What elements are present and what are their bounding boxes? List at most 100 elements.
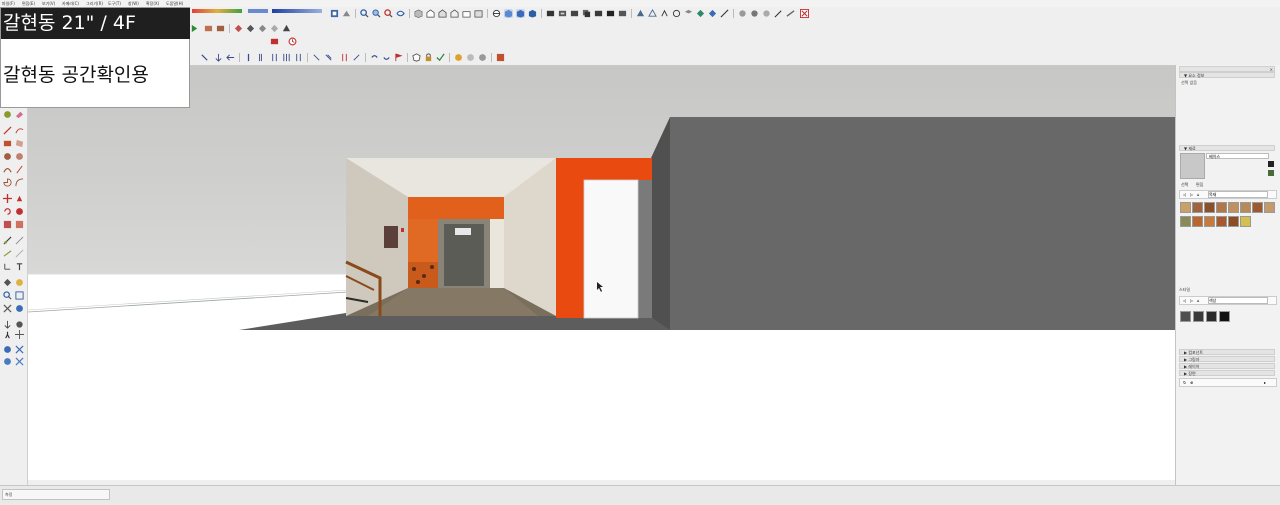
solid-trim-icon[interactable] [258, 24, 267, 33]
pie-icon[interactable] [3, 178, 12, 187]
shaded-icon[interactable] [528, 9, 537, 18]
menu-view[interactable]: 보기(V) [42, 0, 55, 7]
tab-select[interactable]: 선택 [1181, 182, 1188, 188]
offset-icon[interactable] [15, 220, 24, 229]
extension-tool2-icon[interactable] [15, 357, 24, 366]
slash2-icon[interactable] [324, 53, 333, 62]
section-plane-icon[interactable] [492, 9, 501, 18]
rectangle-icon[interactable] [3, 139, 12, 148]
dimension-icon[interactable] [15, 236, 24, 245]
material-paint-icon[interactable] [1268, 170, 1274, 176]
protractor-icon[interactable] [3, 249, 12, 258]
material-swatch[interactable] [1252, 202, 1263, 213]
menu-extensions[interactable]: 확장(X) [146, 0, 159, 7]
material-swatch[interactable] [1192, 202, 1203, 213]
scene-options-icon[interactable]: ▸ [1264, 380, 1266, 385]
materials-panel-header[interactable]: ▼ 재료 [1179, 145, 1275, 151]
arrow-icon[interactable] [200, 53, 209, 62]
components-panel-header[interactable]: ▶ 컴포넌트 [1179, 349, 1275, 355]
menu-help[interactable]: 도움말(H) [166, 0, 183, 7]
box-icon[interactable] [204, 24, 213, 33]
arc2-icon[interactable] [15, 165, 24, 174]
material-swatch[interactable] [1193, 311, 1204, 322]
menu-file[interactable]: 파일(F) [2, 0, 15, 7]
material-swatch[interactable] [1180, 216, 1191, 227]
material-create-icon[interactable] [1268, 161, 1274, 167]
scenes-icon[interactable] [594, 9, 603, 18]
style-forward-icon[interactable]: ▷ [1190, 298, 1193, 303]
render-light-icon[interactable] [478, 53, 487, 62]
share-model-icon[interactable] [750, 9, 759, 18]
slash-icon[interactable] [312, 53, 321, 62]
render-icon[interactable] [454, 53, 463, 62]
material-library-select[interactable]: 목재 [1208, 191, 1268, 198]
extension-tool-icon[interactable] [3, 357, 12, 366]
menu-camera[interactable]: 카메라(C) [62, 0, 79, 7]
component-icon[interactable] [546, 9, 555, 18]
scenes-panel-header[interactable]: ▶ 장면 [1179, 370, 1275, 376]
history-icon[interactable] [288, 37, 297, 46]
eraser-icon[interactable] [15, 110, 24, 119]
arrow-down-icon[interactable] [214, 53, 223, 62]
left-view-icon[interactable] [474, 9, 483, 18]
back-view-icon[interactable] [462, 9, 471, 18]
play-icon[interactable] [190, 24, 199, 33]
orbit-tool-icon[interactable] [15, 304, 24, 313]
arc-icon[interactable] [3, 165, 12, 174]
layers-panel-header[interactable]: ▶ 레이어 [1179, 363, 1275, 369]
tape-measure-icon[interactable] [3, 236, 12, 245]
shadow-light-slider[interactable] [272, 9, 322, 13]
model-viewport[interactable] [28, 66, 1175, 480]
shield-icon[interactable] [412, 53, 421, 62]
zoom-window-tool-icon[interactable] [15, 291, 24, 300]
styles-icon[interactable] [330, 9, 339, 18]
flip-edge-icon[interactable] [720, 9, 729, 18]
top-view-icon[interactable] [426, 9, 435, 18]
material-swatch[interactable] [1180, 202, 1191, 213]
refresh-icon[interactable]: ↻ [1183, 380, 1186, 385]
axes-icon[interactable] [3, 262, 12, 271]
shadow-date-slider[interactable] [248, 9, 268, 13]
material-swatch[interactable] [1240, 216, 1251, 227]
forward-icon[interactable]: ▷ [1190, 192, 1193, 197]
sandbox-tool-icon[interactable] [3, 345, 12, 354]
knife-icon[interactable] [786, 9, 795, 18]
wireframe-icon[interactable] [516, 9, 525, 18]
material-swatch[interactable] [1216, 202, 1227, 213]
sandbox-contour-icon[interactable] [648, 9, 657, 18]
pan-icon[interactable] [3, 304, 12, 313]
arrow-left-icon[interactable] [226, 53, 235, 62]
warehouse-icon[interactable] [738, 9, 747, 18]
stamp-icon[interactable] [684, 9, 693, 18]
close-red-icon[interactable] [800, 9, 809, 18]
export-icon[interactable] [270, 37, 279, 46]
measurements-field[interactable]: 측정 [2, 489, 110, 500]
pen-icon[interactable] [774, 9, 783, 18]
polygon-icon[interactable] [15, 152, 24, 161]
extension-warehouse-icon[interactable] [762, 9, 771, 18]
entity-info-panel-header[interactable]: ▼ 요소 정보 [1179, 72, 1275, 78]
material-swatch[interactable] [1240, 202, 1251, 213]
front-view-icon[interactable] [438, 9, 447, 18]
style-library-select[interactable]: 색상 [1208, 297, 1268, 304]
zoom-extents-icon[interactable] [384, 9, 393, 18]
material-swatch[interactable] [1204, 216, 1215, 227]
follow-me-icon[interactable] [15, 207, 24, 216]
3d-text-icon[interactable] [15, 262, 24, 271]
solid-union-icon[interactable] [234, 24, 243, 33]
xray-icon[interactable] [504, 9, 513, 18]
zoom-tool-icon[interactable] [3, 291, 12, 300]
material-swatch[interactable] [1264, 202, 1275, 213]
add-detail-icon[interactable] [708, 9, 717, 18]
circle-icon[interactable] [3, 152, 12, 161]
layers-icon[interactable] [582, 9, 591, 18]
align-h2-icon[interactable] [282, 53, 291, 62]
material-name-field[interactable]: 베이스 [1206, 153, 1269, 159]
undo-icon[interactable] [370, 53, 379, 62]
entity-icon[interactable] [618, 9, 627, 18]
text-icon[interactable] [15, 249, 24, 258]
zoom-icon[interactable] [360, 9, 369, 18]
material-swatch[interactable] [1192, 216, 1203, 227]
move-icon[interactable] [3, 194, 12, 203]
iso-view-icon[interactable] [414, 9, 423, 18]
